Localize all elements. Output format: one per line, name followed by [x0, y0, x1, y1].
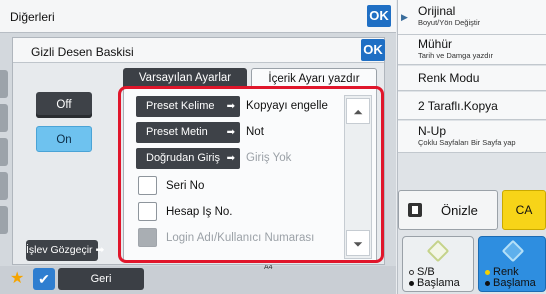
side-stub [0, 138, 8, 166]
outer-dialog-title: Diğerleri [10, 10, 55, 24]
start-bw-button[interactable]: S/B Başlama [402, 236, 474, 292]
rp-color-mode[interactable]: Renk Modu [398, 66, 546, 91]
direct-input-label: Doğrudan Giriş [146, 152, 220, 164]
start-bw-label: S/B Başlama [409, 267, 460, 289]
rp-duplex[interactable]: 2 Taraflı.Kopya [398, 92, 546, 120]
arrow-right-icon: ➡ [226, 101, 235, 112]
rp-nup-label: N-Up [418, 124, 447, 138]
side-stubs [0, 40, 10, 240]
preset-word-button[interactable]: Preset Kelime ➡ [136, 96, 240, 117]
side-stub [0, 206, 8, 234]
scroll-column: ⏶ ⏷ [344, 95, 372, 259]
left-column: Off On İşlev Gözgeçir ➡ [21, 90, 121, 265]
preview-icon [408, 203, 422, 217]
star-icon[interactable]: ★ [10, 270, 24, 288]
function-review-button[interactable]: İşlev Gözgeçir ➡ [26, 240, 104, 261]
arrow-right-icon: ➡ [92, 244, 105, 256]
preset-text-button[interactable]: Preset Metin ➡ [136, 122, 240, 143]
outer-ok-button[interactable]: OK [367, 5, 391, 27]
rp-original[interactable]: ▶ Orijinal Boyut/Yön Değiştir [398, 0, 546, 35]
preset-word-label: Preset Kelime [146, 100, 215, 112]
rp-stamp-sub: Tarih ve Damga yazdır [418, 51, 494, 60]
account-job-no-label: Hesap Iş No. [166, 206, 233, 218]
function-review-label: İşlev Gözgeçir [26, 244, 93, 256]
side-stub [0, 70, 8, 98]
tab-print-content[interactable]: İçerik Ayarı yazdır [251, 68, 377, 88]
on-button[interactable]: On [36, 126, 92, 152]
rp-duplex-label: 2 Taraflı.Kopya [418, 99, 498, 113]
clear-all-button[interactable]: CA [502, 190, 546, 230]
direct-input-value: Giriş Yok [246, 152, 292, 164]
content-panel: Preset Kelime ➡ Kopyayı engelle Preset Me… [123, 88, 377, 262]
start-color-button[interactable]: Renk Başlama [478, 236, 546, 292]
off-button[interactable]: Off [36, 92, 92, 118]
serial-no-checkbox[interactable] [138, 176, 157, 195]
rp-stamp[interactable]: Mühür Tarih ve Damga yazdır [398, 35, 546, 65]
direct-input-button[interactable]: Doğrudan Giriş ➡ [136, 148, 240, 169]
start-diamond-icon [501, 239, 525, 263]
inner-dialog: Gizli Desen Baskisi OK Varsayılan Ayarla… [12, 37, 385, 265]
scroll-down-icon[interactable]: ⏷ [346, 230, 370, 256]
account-job-no-checkbox[interactable] [138, 202, 157, 221]
scroll-up-icon[interactable]: ⏶ [346, 98, 370, 124]
preset-text-label: Preset Metin [146, 126, 208, 138]
start-bw-line2: Başlama [417, 277, 460, 289]
check-icon[interactable]: ✔ [33, 268, 55, 290]
start-diamond-icon [426, 239, 450, 263]
serial-no-label: Seri No [166, 180, 205, 192]
rp-original-sub: Boyut/Yön Değiştir [418, 18, 481, 27]
rp-stamp-label: Mühür [418, 37, 453, 51]
tab-default-settings[interactable]: Varsayılan Ayarlar [123, 68, 247, 88]
arrow-right-icon: ➡ [226, 153, 235, 164]
rp-nup-sub: Çoklu Sayfaları Bir Sayfa yap [418, 138, 516, 147]
preview-label: Önizle [441, 203, 478, 218]
arrow-right-icon: ➡ [226, 127, 235, 138]
side-stub [0, 104, 8, 132]
start-color-line2: Başlama [493, 277, 536, 289]
login-name-checkbox [138, 228, 157, 247]
rp-nup[interactable]: N-Up Çoklu Sayfaları Bir Sayfa yap [398, 121, 546, 153]
inner-ok-button[interactable]: OK [361, 39, 385, 61]
rp-color-mode-label: Renk Modu [418, 71, 480, 85]
preview-button[interactable]: Önizle [398, 190, 498, 230]
preset-word-value: Kopyayı engelle [246, 100, 328, 112]
rp-original-label: Orijinal [418, 4, 456, 18]
start-color-label: Renk Başlama [485, 267, 536, 289]
paper-size-label: A4 [264, 264, 273, 271]
inner-titlebar: Gizli Desen Baskisi OK [13, 38, 385, 63]
side-stub [0, 172, 8, 200]
play-icon: ▶ [401, 12, 408, 22]
back-button[interactable]: Geri [58, 268, 144, 290]
login-name-label: Login Adı/Kullanıcı Numarası [166, 232, 315, 244]
outer-titlebar: Diğerleri OK [0, 0, 396, 33]
inner-dialog-title: Gizli Desen Baskisi [31, 45, 134, 59]
preset-text-value: Not [246, 126, 264, 138]
